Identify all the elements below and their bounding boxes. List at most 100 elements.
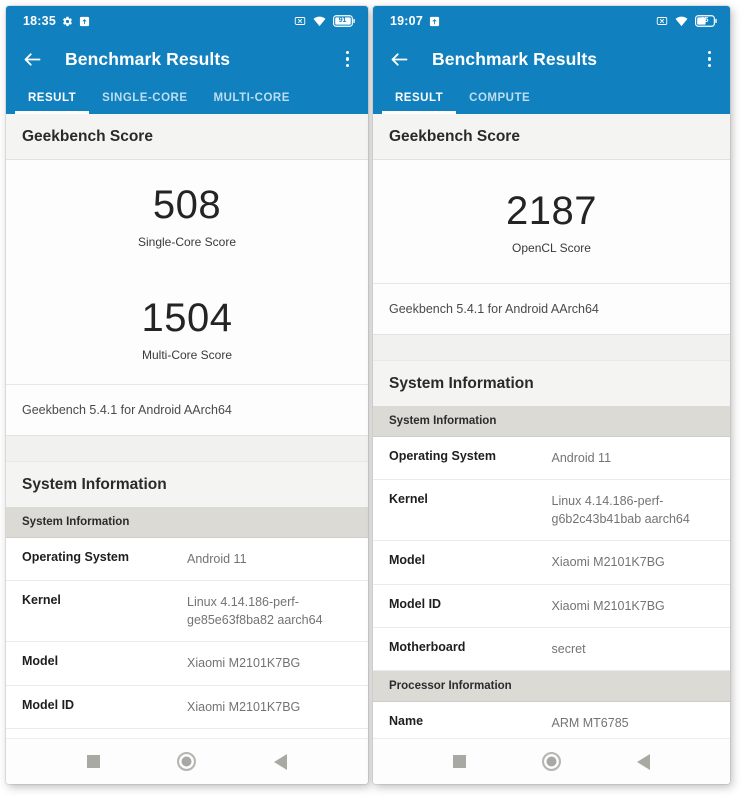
tab-bar: RESULT SINGLE-CORE MULTI-CORE <box>6 82 368 114</box>
phone-screenshot-left: 18:35 91 Benchmark Results RESULT SINGLE… <box>6 6 368 784</box>
battery-percent-label: 91 <box>338 17 347 24</box>
single-core-score-label: Single-Core Score <box>137 235 237 249</box>
row-value: ARM MT6785 <box>551 701 730 738</box>
tab-bar: RESULT COMPUTE <box>373 82 730 114</box>
android-navigation-bar <box>6 738 368 784</box>
tab-result[interactable]: RESULT <box>15 82 90 114</box>
overflow-menu-icon[interactable] <box>703 47 717 72</box>
system-information-header: System Information <box>373 361 730 406</box>
back-icon[interactable] <box>274 753 288 770</box>
row-value: secret <box>187 728 368 738</box>
android-navigation-bar <box>373 738 730 784</box>
row-value: Linux 4.14.186-perf-g6b2c43b41bab aarch6… <box>551 479 730 542</box>
row-key: Model <box>373 540 552 585</box>
score-card: 508 Single-Core Score 1504 Multi-Core Sc… <box>6 160 368 385</box>
status-bar-right: 91 <box>294 15 355 28</box>
wifi-icon <box>675 15 688 28</box>
table-row: Operating System Android 11 <box>373 436 730 481</box>
table-row: Model Xiaomi M2101K7BG <box>6 641 368 686</box>
gear-icon <box>62 16 73 27</box>
recent-apps-icon[interactable] <box>453 755 466 768</box>
tab-single-core[interactable]: SINGLE-CORE <box>89 82 200 114</box>
table-group-label: System Information <box>373 406 730 437</box>
opencl-score-block: 2187 OpenCL Score <box>373 190 730 255</box>
section-divider-band <box>373 335 730 361</box>
table-row: Operating System Android 11 <box>6 537 368 582</box>
row-value: Xiaomi M2101K7BG <box>187 641 368 686</box>
single-core-score-value: 508 <box>152 183 222 227</box>
row-key: Operating System <box>6 537 187 582</box>
row-value: Android 11 <box>187 537 368 582</box>
page-title: Benchmark Results <box>65 48 231 69</box>
phone-screenshot-right: 19:07 35 Benchmark Results RESULT COMPUT… <box>373 6 730 784</box>
silent-mode-icon <box>294 15 306 27</box>
status-bar-clock: 19:07 <box>390 14 423 28</box>
back-icon[interactable] <box>637 753 650 770</box>
row-key: Model ID <box>373 584 552 628</box>
row-key: Motherboard <box>6 728 187 738</box>
table-row: Motherboard secret <box>373 627 730 671</box>
table-group-label: Processor Information <box>373 670 730 702</box>
row-value: Android 11 <box>551 436 730 481</box>
row-value: Xiaomi M2101K7BG <box>187 685 368 729</box>
table-row: Kernel Linux 4.14.186-perf-ge85e63f8ba82… <box>6 580 368 643</box>
battery-percent-label: 35 <box>700 17 709 24</box>
table-row: Motherboard secret <box>6 728 368 738</box>
score-card: 2187 OpenCL Score <box>373 160 730 284</box>
row-value: Xiaomi M2101K7BG <box>551 540 730 585</box>
home-icon[interactable] <box>177 752 197 771</box>
system-information-table: System Information Operating System Andr… <box>6 507 368 738</box>
row-key: Model ID <box>6 685 187 729</box>
content-scroll-area[interactable]: Geekbench Score 2187 OpenCL Score Geekbe… <box>373 114 730 738</box>
silent-mode-icon <box>656 15 668 27</box>
table-row: Model ID Xiaomi M2101K7BG <box>6 685 368 729</box>
single-core-score-block: 508 Single-Core Score <box>6 184 368 249</box>
status-bar-left: 19:07 <box>390 14 440 28</box>
status-bar-left: 18:35 <box>23 14 90 28</box>
opencl-score-value: 2187 <box>506 189 597 233</box>
geekbench-score-header: Geekbench Score <box>6 114 368 160</box>
row-key: Motherboard <box>373 627 552 671</box>
app-bar: Benchmark Results <box>373 36 730 82</box>
recent-apps-icon[interactable] <box>86 755 100 768</box>
table-group-label: System Information <box>6 507 368 538</box>
home-icon[interactable] <box>542 752 561 771</box>
wifi-icon <box>313 15 326 28</box>
tab-result[interactable]: RESULT <box>382 82 457 114</box>
screenshot-icon <box>429 16 440 27</box>
status-bar-clock: 18:35 <box>23 14 56 28</box>
multi-core-score-label: Multi-Core Score <box>141 348 233 362</box>
opencl-score-label: OpenCL Score <box>512 241 591 255</box>
row-key: Kernel <box>373 479 552 542</box>
geekbench-version-row: Geekbench 5.4.1 for Android AArch64 <box>6 385 368 436</box>
multi-core-score-block: 1504 Multi-Core Score <box>6 297 368 362</box>
tab-multi-core[interactable]: MULTI-CORE <box>201 82 303 114</box>
screenshot-icon <box>79 16 90 27</box>
comparison-screenshot: 18:35 91 Benchmark Results RESULT SINGLE… <box>0 0 746 800</box>
content-scroll-area[interactable]: Geekbench Score 508 Single-Core Score 15… <box>6 114 368 738</box>
table-row: Model Xiaomi M2101K7BG <box>373 540 730 585</box>
table-row: Kernel Linux 4.14.186-perf-g6b2c43b41bab… <box>373 479 730 542</box>
geekbench-version-row: Geekbench 5.4.1 for Android AArch64 <box>373 284 730 335</box>
overflow-menu-icon[interactable] <box>341 47 355 72</box>
status-bar-right: 35 <box>656 15 717 28</box>
table-group-row: System Information <box>6 507 368 538</box>
table-row: Model ID Xiaomi M2101K7BG <box>373 584 730 628</box>
table-row: Name ARM MT6785 <box>373 701 730 738</box>
row-value: secret <box>551 627 730 671</box>
battery-icon: 35 <box>694 15 717 27</box>
status-bar: 18:35 91 <box>6 6 368 36</box>
page-title: Benchmark Results <box>432 48 598 69</box>
row-key: Kernel <box>6 580 187 643</box>
section-divider-band <box>6 436 368 462</box>
row-key: Model <box>6 641 187 686</box>
back-arrow-icon[interactable] <box>22 49 43 70</box>
system-information-table: System Information Operating System Andr… <box>373 406 730 738</box>
row-key: Name <box>373 701 552 738</box>
tab-compute[interactable]: COMPUTE <box>456 82 543 114</box>
back-arrow-icon[interactable] <box>389 49 410 70</box>
system-information-header: System Information <box>6 462 368 507</box>
multi-core-score-value: 1504 <box>141 296 233 340</box>
app-bar: Benchmark Results <box>6 36 368 82</box>
table-group-row: System Information <box>373 406 730 437</box>
